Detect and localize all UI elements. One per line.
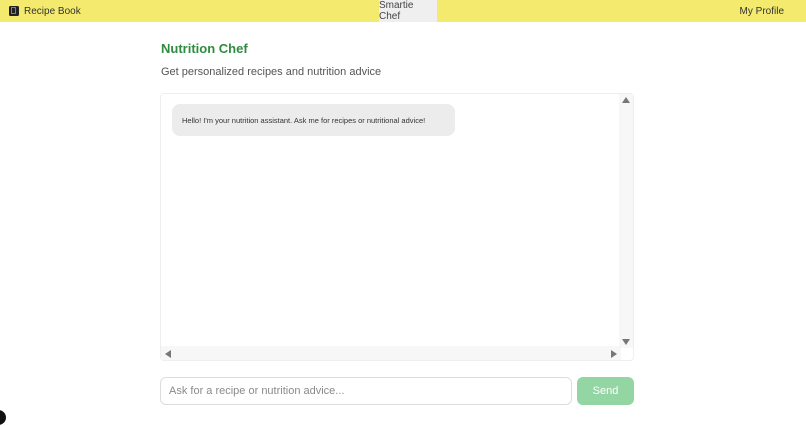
vertical-scrollbar[interactable] — [619, 94, 633, 348]
nav-my-profile[interactable]: My Profile — [740, 0, 784, 22]
nav-my-profile-label: My Profile — [739, 5, 784, 17]
chat-messages-area[interactable]: Hello! I'm your nutrition assistant. Ask… — [160, 93, 634, 361]
page-title: Nutrition Chef — [161, 41, 248, 56]
send-button[interactable]: Send — [577, 377, 634, 405]
top-nav-bar: Recipe Book Smartie Chef My Profile — [0, 0, 806, 22]
chat-input[interactable] — [160, 377, 572, 405]
nav-smartie-chef-label: Smartie Chef — [379, 0, 414, 22]
nav-recipe-book-label: Recipe Book — [24, 5, 81, 17]
scroll-up-icon[interactable] — [622, 97, 630, 103]
scroll-down-icon[interactable] — [622, 339, 630, 345]
floating-badge[interactable] — [0, 410, 6, 425]
page-subtitle: Get personalized recipes and nutrition a… — [161, 66, 382, 78]
book-icon — [9, 6, 19, 16]
assistant-message-bubble: Hello! I'm your nutrition assistant. Ask… — [172, 104, 455, 136]
assistant-message-text: Hello! I'm your nutrition assistant. Ask… — [182, 115, 426, 125]
horizontal-scrollbar[interactable] — [161, 346, 621, 360]
scroll-left-icon[interactable] — [165, 350, 171, 358]
scroll-right-icon[interactable] — [611, 350, 617, 358]
nav-smartie-chef[interactable]: Smartie Chef — [379, 0, 437, 22]
nav-recipe-book[interactable]: Recipe Book — [8, 0, 81, 22]
